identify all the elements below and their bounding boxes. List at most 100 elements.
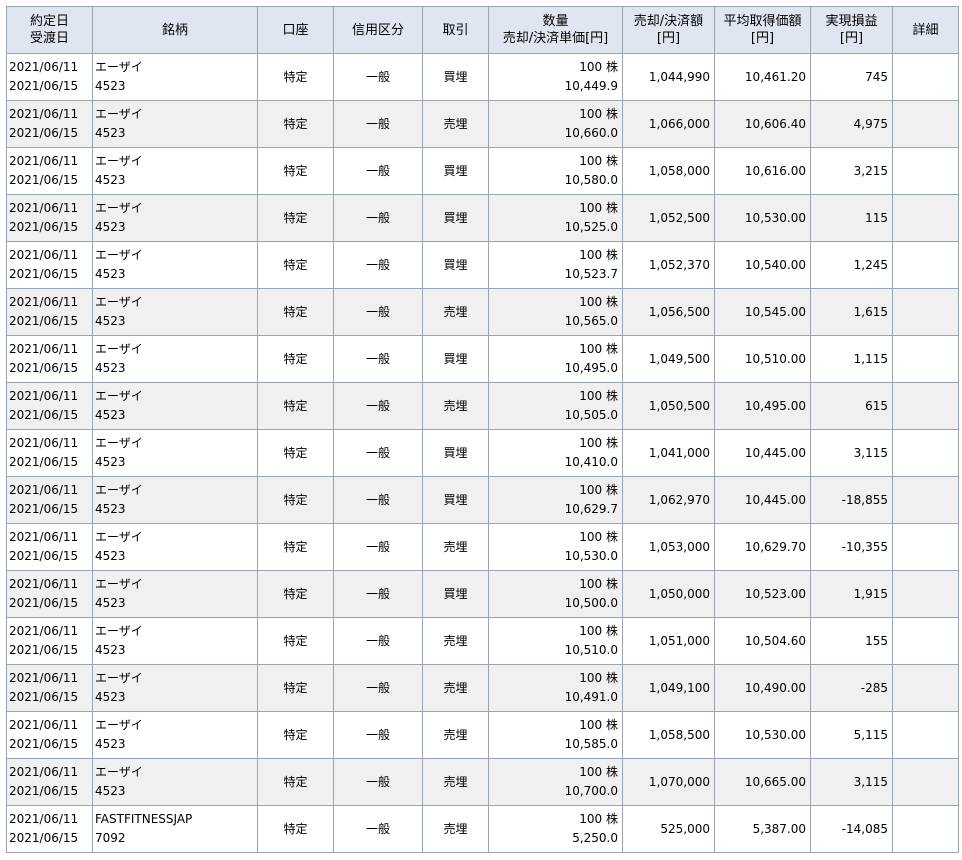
avg-cost-cell: 10,523.00 [714,570,811,618]
detail-cell [892,570,959,618]
table-row: 2021/06/11 2021/06/15 エーザイ 4523 特定 一般 売埋 100 株1… [6,523,959,571]
credit-type-cell: 一般 [333,288,423,336]
trade-settle-date-cell: 2021/06/11 2021/06/15 [6,100,93,148]
unit-price: 10,491.0 [564,690,618,704]
account-cell: 特定 [257,241,334,289]
table-row: 2021/06/11 2021/06/15 エーザイ 4523 特定 一般 買埋 100 株1… [6,570,959,618]
quantity-price-cell: 100 株 10,500.0 [488,570,623,618]
amount-cell: 1,049,100 [622,664,715,712]
settle-date: 2021/06/15 [9,831,79,845]
realized-pl-cell: 1,245 [810,241,893,289]
stock-name: エーザイ [95,718,143,732]
avg-cost-cell: 10,629.70 [714,523,811,571]
credit-type-cell: 一般 [333,335,423,383]
header-quantity-price: 数量 売却/決済単価[円] [488,6,623,54]
stock-name: エーザイ [95,483,143,497]
stock-code: 4523 [95,737,126,751]
realized-pl-cell: 745 [810,53,893,101]
table-row: 2021/06/11 2021/06/15 エーザイ 4523 特定 一般 売埋 100 株1… [6,288,959,336]
stock-code: 4523 [95,643,126,657]
unit-price: 10,495.0 [564,361,618,375]
realized-pl-cell: -14,085 [810,805,893,853]
account-cell: 特定 [257,664,334,712]
trade-type-cell: 買埋 [422,194,489,242]
stock-name: エーザイ [95,624,143,638]
credit-type-cell: 一般 [333,382,423,430]
quantity-price-cell: 100 株 10,565.0 [488,288,623,336]
settle-date: 2021/06/15 [9,690,79,704]
quantity: 100 株 [579,389,618,403]
stock-code: 4523 [95,126,126,140]
quantity-price-cell: 100 株 10,525.0 [488,194,623,242]
settle-date: 2021/06/15 [9,126,79,140]
account-cell: 特定 [257,711,334,759]
trade-type-cell: 売埋 [422,805,489,853]
settle-date: 2021/06/15 [9,784,79,798]
unit-price: 10,530.0 [564,549,618,563]
stock-code: 4523 [95,455,126,469]
stock-code: 4523 [95,596,126,610]
table-row: 2021/06/11 2021/06/15 エーザイ 4523 特定 一般 買埋 100 株1… [6,429,959,477]
quantity-price-cell: 100 株 10,495.0 [488,335,623,383]
trade-settle-date-cell: 2021/06/11 2021/06/15 [6,570,93,618]
trade-type-cell: 売埋 [422,758,489,806]
credit-type-cell: 一般 [333,429,423,477]
avg-cost-cell: 10,530.00 [714,194,811,242]
trade-type-cell: 買埋 [422,335,489,383]
detail-cell [892,758,959,806]
stock-name: エーザイ [95,342,143,356]
realized-pl-cell: 3,115 [810,429,893,477]
amount-cell: 1,050,000 [622,570,715,618]
stock-code: 4523 [95,314,126,328]
account-cell: 特定 [257,570,334,618]
credit-type-cell: 一般 [333,476,423,524]
table-row: 2021/06/11 2021/06/15 エーザイ 4523 特定 一般 売埋 100 株1… [6,664,959,712]
stock-cell: エーザイ 4523 [92,664,258,712]
settle-date: 2021/06/15 [9,173,79,187]
stock-cell: エーザイ 4523 [92,335,258,383]
quantity-price-cell: 100 株 10,700.0 [488,758,623,806]
settle-date: 2021/06/15 [9,502,79,516]
trade-type-cell: 売埋 [422,711,489,759]
credit-type-cell: 一般 [333,523,423,571]
detail-cell [892,100,959,148]
trade-settle-date-cell: 2021/06/11 2021/06/15 [6,758,93,806]
table-row: 2021/06/11 2021/06/15 エーザイ 4523 特定 一般 売埋 100 株1… [6,711,959,759]
stock-code: 4523 [95,173,126,187]
trade-date: 2021/06/11 [9,295,79,309]
trade-settle-date-cell: 2021/06/11 2021/06/15 [6,194,93,242]
trade-history-table: 約定日 受渡日 銘柄 口座 信用区分 取引 数量 売却/決済単価[円] 売却/決… [6,6,959,853]
quantity: 100 株 [579,295,618,309]
trade-type-cell: 売埋 [422,100,489,148]
stock-cell: FASTFITNESSJAP 7092 [92,805,258,853]
trade-settle-date-cell: 2021/06/11 2021/06/15 [6,617,93,665]
stock-code: 4523 [95,690,126,704]
amount-cell: 1,049,500 [622,335,715,383]
trade-settle-date-cell: 2021/06/11 2021/06/15 [6,805,93,853]
trade-date: 2021/06/11 [9,812,79,826]
detail-cell [892,664,959,712]
unit-price: 10,580.0 [564,173,618,187]
stock-cell: エーザイ 4523 [92,711,258,759]
amount-cell: 1,044,990 [622,53,715,101]
avg-cost-cell: 10,510.00 [714,335,811,383]
table-header-row: 約定日 受渡日 銘柄 口座 信用区分 取引 数量 売却/決済単価[円] 売却/決… [6,6,959,54]
amount-cell: 1,058,000 [622,147,715,195]
header-avg-cost-unit: [円] [750,31,775,46]
header-realized-pl-cell: 実現損益 [円] [810,6,893,54]
amount-cell: 1,070,000 [622,758,715,806]
trade-date: 2021/06/11 [9,436,79,450]
credit-type-cell: 一般 [333,194,423,242]
avg-cost-cell: 10,445.00 [714,429,811,477]
table-row: 2021/06/11 2021/06/15 FASTFITNESSJAP 7092 特定… [6,805,959,853]
account-cell: 特定 [257,429,334,477]
realized-pl-cell: -285 [810,664,893,712]
header-avg-cost: 平均取得価額 [723,14,802,29]
stock-name: エーザイ [95,154,143,168]
header-account: 口座 [257,6,334,54]
credit-type-cell: 一般 [333,617,423,665]
detail-cell [892,194,959,242]
settle-date: 2021/06/15 [9,220,79,234]
detail-cell [892,805,959,853]
stock-code: 4523 [95,549,126,563]
